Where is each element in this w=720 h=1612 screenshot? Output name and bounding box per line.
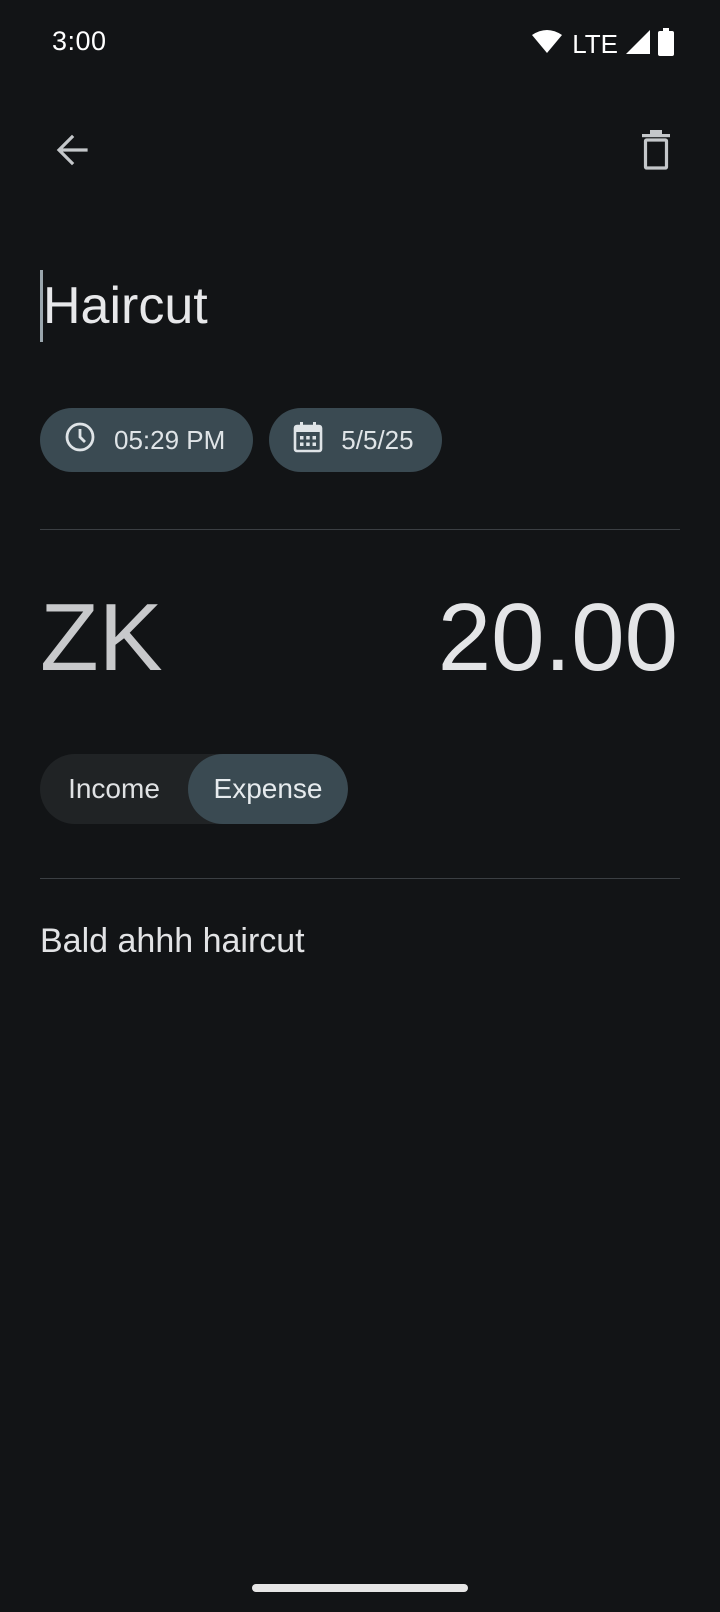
- divider: [40, 529, 680, 530]
- title-field[interactable]: Haircut: [40, 268, 208, 344]
- cellular-signal-icon: [626, 29, 650, 59]
- home-indicator[interactable]: [252, 1584, 468, 1592]
- note-field[interactable]: Bald ahhh haircut: [40, 922, 305, 961]
- time-label: 05:29 PM: [114, 424, 226, 455]
- status-time: 3:00: [52, 26, 107, 56]
- date-chip[interactable]: 5/5/25: [269, 408, 442, 472]
- status-icons: LTE: [532, 27, 674, 61]
- network-type-label: LTE: [572, 28, 618, 59]
- clock-icon: [64, 421, 96, 460]
- delete-button[interactable]: [620, 116, 692, 188]
- edit-transaction-screen: 3:00 LTE Haircut 05:29 PM 5/5/25 ZK 20.0…: [0, 0, 720, 1612]
- datetime-chips: 05:29 PM 5/5/25: [40, 408, 442, 472]
- currency-selector[interactable]: ZK: [40, 586, 163, 690]
- transaction-type-toggle: Income Expense: [40, 754, 348, 824]
- arrow-left-icon: [54, 132, 90, 173]
- calendar-icon: [293, 421, 323, 460]
- back-button[interactable]: [36, 116, 108, 188]
- income-option[interactable]: Income: [40, 754, 188, 824]
- battery-icon: [658, 27, 674, 61]
- time-chip[interactable]: 05:29 PM: [40, 408, 254, 472]
- expense-option[interactable]: Expense: [188, 754, 348, 824]
- amount-field[interactable]: 20.00: [438, 586, 678, 690]
- trash-icon: [641, 129, 671, 175]
- divider: [40, 878, 680, 879]
- transaction-title[interactable]: Haircut: [43, 276, 208, 336]
- date-label: 5/5/25: [341, 424, 414, 455]
- wifi-icon: [532, 29, 563, 59]
